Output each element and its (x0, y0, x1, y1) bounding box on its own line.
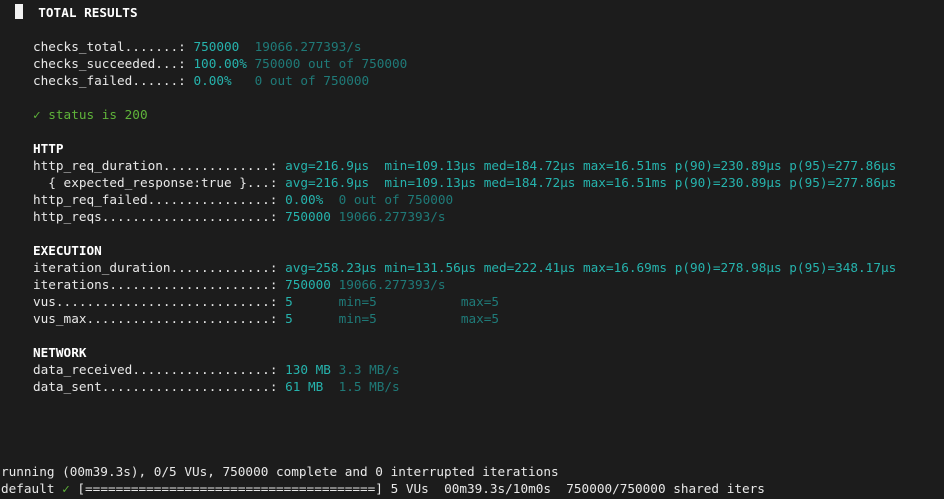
dot-leader: ..................... (109, 277, 270, 292)
stat-med: med=222.41µs (483, 260, 576, 275)
stat-avg: avg=216.9µs (285, 158, 370, 173)
metric-rate: 19066.277393/s (338, 209, 446, 224)
progress-bar: [======================================] (77, 481, 383, 496)
metric-row-data-sent: data_sent......................: 61 MB 1… (33, 379, 400, 394)
scenario-name: default (1, 481, 55, 496)
dot-leader: ........................ (86, 311, 270, 326)
scenario-progress-line: default ✓ [=============================… (1, 480, 765, 497)
metric-label: data_received (33, 362, 133, 377)
results-title: TOTAL RESULTS (38, 5, 138, 20)
stat-max: max=16.51ms (583, 175, 668, 190)
metric-row-iteration-duration: iteration_duration.............: avg=258… (33, 260, 897, 275)
metric-value: 0.00% (193, 73, 232, 88)
metric-value: 100.00% (193, 56, 247, 71)
metric-row-vus: vus............................: 5 min=5… (33, 294, 500, 309)
metric-max: max=5 (460, 294, 500, 309)
metric-value: 130 MB (285, 362, 331, 377)
metric-value: 0.00% (285, 192, 324, 207)
metric-row-expected-response: { expected_response:true }...: avg=216.9… (33, 175, 897, 190)
dot-leader: .............. (162, 158, 270, 173)
dot-leader: ....... (124, 39, 179, 54)
metric-label: data_sent (33, 379, 102, 394)
metric-value: 750000 (193, 39, 240, 54)
dot-leader: ... (155, 56, 179, 71)
metric-min: min=5 (338, 294, 377, 309)
metric-rate: 19066.277393/s (338, 277, 446, 292)
stat-p90: p(90)=230.89µs (674, 158, 782, 173)
stat-min: min=109.13µs (384, 158, 477, 173)
metric-label: vus (33, 294, 56, 309)
stat-med: med=184.72µs (483, 175, 576, 190)
dot-leader: ... (246, 175, 270, 190)
dot-leader: ............. (170, 260, 270, 275)
stat-p90: p(90)=278.98µs (674, 260, 782, 275)
run-summary-line: running (00m39.3s), 0/5 VUs, 750000 comp… (1, 464, 559, 479)
check-status-line: ✓ status is 200 (33, 107, 148, 122)
stat-min: min=131.56µs (384, 260, 477, 275)
stat-p90: p(90)=230.89µs (674, 175, 782, 190)
metric-label: { expected_response:true } (33, 175, 247, 190)
metric-detail: 0 out of 750000 (254, 73, 370, 88)
stat-med: med=184.72µs (483, 158, 576, 173)
metric-value: 5 (285, 311, 293, 326)
check-icon: ✓ (62, 481, 70, 496)
metric-label: http_req_failed (33, 192, 148, 207)
metric-row-http-req-duration: http_req_duration..............: avg=216… (33, 158, 897, 173)
metric-label: checks_total (33, 39, 125, 54)
metric-label: vus_max (33, 311, 87, 326)
metric-label: checks_failed (33, 73, 133, 88)
metric-rate: 3.3 MB/s (338, 362, 400, 377)
metric-min: min=5 (338, 311, 377, 326)
metric-row-http-req-failed: http_req_failed................: 0.00% 0… (33, 192, 454, 207)
dot-leader: ................ (147, 192, 270, 207)
dot-leader: ...................... (101, 379, 270, 394)
metric-row-http-reqs: http_reqs......................: 750000 … (33, 209, 446, 224)
stat-avg: avg=258.23µs (285, 260, 377, 275)
metric-value: 61 MB (285, 379, 324, 394)
stat-p95: p(95)=277.86µs (789, 175, 897, 190)
stat-max: max=16.51ms (583, 158, 668, 173)
metric-detail: 0 out of 750000 (338, 192, 454, 207)
section-heading-network: NETWORK (33, 345, 87, 360)
metric-row-iterations: iterations.....................: 750000 … (33, 277, 446, 292)
metric-row-checks-failed: checks_failed......: 0.00% 0 out of 7500… (33, 73, 370, 88)
stat-min: min=109.13µs (384, 175, 477, 190)
metric-row-vus-max: vus_max........................: 5 min=5… (33, 311, 500, 326)
metric-label: iterations (33, 277, 110, 292)
dot-leader: ............................ (55, 294, 270, 309)
metric-row-checks-total: checks_total.......: 750000 19066.277393… (33, 39, 362, 54)
progress-summary: 5 VUs 00m39.3s/10m0s 750000/750000 share… (390, 481, 765, 496)
metric-row-data-received: data_received..................: 130 MB … (33, 362, 400, 377)
stat-p95: p(95)=277.86µs (789, 158, 897, 173)
metric-value: 750000 (285, 277, 331, 292)
metric-label: http_req_duration (33, 158, 163, 173)
dot-leader: ...................... (101, 209, 270, 224)
metric-max: max=5 (460, 311, 500, 326)
section-heading-http: HTTP (33, 141, 64, 156)
metric-label: checks_succeeded (33, 56, 156, 71)
stat-avg: avg=216.9µs (285, 175, 370, 190)
metric-value: 750000 (285, 209, 331, 224)
metric-rate: 1.5 MB/s (338, 379, 400, 394)
dot-leader: .................. (132, 362, 270, 377)
stat-max: max=16.69ms (583, 260, 668, 275)
section-heading-execution: EXECUTION (33, 243, 102, 258)
dot-leader: ...... (132, 73, 179, 88)
metric-value: 5 (285, 294, 293, 309)
metric-label: iteration_duration (33, 260, 171, 275)
stat-p95: p(95)=348.17µs (789, 260, 897, 275)
metric-label: http_reqs (33, 209, 102, 224)
metric-detail: 750000 out of 750000 (254, 56, 408, 71)
results-header: TOTAL RESULTS (15, 4, 138, 21)
metric-rate: 19066.277393/s (254, 39, 362, 54)
metric-row-checks-succeeded: checks_succeeded...: 100.00% 750000 out … (33, 56, 408, 71)
cursor-block-icon (15, 4, 23, 19)
